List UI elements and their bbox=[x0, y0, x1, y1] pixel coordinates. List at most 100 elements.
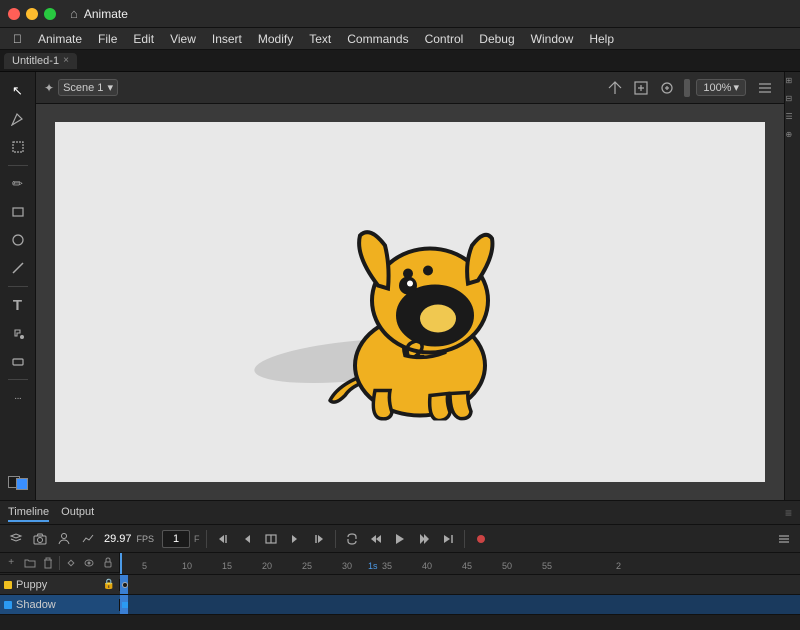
layer-controls: + bbox=[0, 553, 120, 573]
more-tools[interactable]: ··· bbox=[5, 385, 31, 411]
stage-nav-icon-3[interactable] bbox=[656, 77, 678, 99]
tool-separator-1 bbox=[8, 165, 28, 166]
zoom-up-btn[interactable] bbox=[684, 79, 690, 97]
home-icon[interactable]: ⌂ bbox=[70, 6, 78, 21]
pencil-tool[interactable]: ✏ bbox=[5, 171, 31, 197]
skip-end-btn[interactable] bbox=[438, 529, 458, 549]
menu-debug[interactable]: Debug bbox=[472, 30, 521, 48]
prev-frame-btn[interactable] bbox=[237, 529, 257, 549]
tool-separator-3 bbox=[8, 379, 28, 380]
selection-tool[interactable]: ↖ bbox=[5, 78, 31, 104]
record-btn[interactable] bbox=[471, 529, 491, 549]
layer-puppy-label[interactable]: Puppy bbox=[16, 579, 99, 591]
prev-keyframe-btn[interactable] bbox=[213, 529, 233, 549]
maximize-button[interactable] bbox=[44, 8, 56, 20]
layer-puppy-frames[interactable] bbox=[120, 575, 800, 594]
menu-insert[interactable]: Insert bbox=[205, 30, 249, 48]
timeline-ruler: 5 10 15 20 25 30 35 40 45 50 55 1s 2 bbox=[120, 553, 800, 574]
menu-animate[interactable]: Animate bbox=[31, 30, 89, 48]
close-button[interactable] bbox=[8, 8, 20, 20]
person-icon-btn[interactable] bbox=[54, 529, 74, 549]
layer-puppy: Puppy 🔒 bbox=[0, 575, 800, 595]
ruler-mark-10: 10 bbox=[182, 561, 192, 571]
layer-shadow-color bbox=[4, 601, 12, 609]
play-all-btn[interactable] bbox=[414, 529, 434, 549]
tab-timeline[interactable]: Timeline bbox=[8, 504, 49, 522]
menu-help[interactable]: Help bbox=[582, 30, 621, 48]
timeline-panel-menu[interactable]: ≡ bbox=[785, 506, 792, 520]
menu-text[interactable]: Text bbox=[302, 30, 338, 48]
stage-container: ✦ Scene 1 ▾ 100% ▾ bbox=[36, 72, 784, 500]
menu-control[interactable]: Control bbox=[418, 30, 471, 48]
layer-shadow-label[interactable]: Shadow bbox=[16, 599, 115, 611]
subselection-tool[interactable] bbox=[5, 106, 31, 132]
menu-modify[interactable]: Modify bbox=[251, 30, 300, 48]
delete-layer-btn[interactable] bbox=[41, 555, 55, 571]
lock-toggle-btn[interactable] bbox=[101, 555, 115, 571]
scene-selector: ✦ Scene 1 ▾ bbox=[44, 79, 118, 96]
ctrl-separator-2 bbox=[335, 530, 336, 548]
free-transform-tool[interactable] bbox=[5, 134, 31, 160]
playhead[interactable] bbox=[120, 553, 122, 574]
stage-nav-icon-1[interactable] bbox=[604, 77, 626, 99]
timeline-header: Timeline Output ≡ bbox=[0, 501, 800, 525]
menu-file[interactable]: File bbox=[91, 30, 124, 48]
oval-tool[interactable] bbox=[5, 227, 31, 253]
paint-bucket-tool[interactable] bbox=[5, 320, 31, 346]
right-panel-btn-2[interactable]: ⊟ bbox=[786, 94, 800, 108]
stroke-fill-colors[interactable] bbox=[8, 476, 28, 490]
scene-icon: ✦ bbox=[44, 81, 54, 95]
tab-output[interactable]: Output bbox=[61, 504, 94, 522]
right-panel-btn-3[interactable]: ☰ bbox=[786, 112, 800, 126]
document-tab[interactable]: Untitled-1 × bbox=[4, 53, 77, 69]
right-panel-btn-1[interactable]: ⊞ bbox=[786, 76, 800, 90]
tab-close-button[interactable]: × bbox=[63, 55, 69, 66]
frame-input[interactable] bbox=[162, 530, 190, 548]
zoom-value: 100% bbox=[703, 82, 731, 94]
options-btn[interactable] bbox=[774, 529, 794, 549]
rewind-btn[interactable] bbox=[366, 529, 386, 549]
rectangle-tool[interactable] bbox=[5, 199, 31, 225]
menu-window[interactable]: Window bbox=[524, 30, 581, 48]
camera-icon-btn[interactable] bbox=[30, 529, 50, 549]
layers-icon-btn[interactable] bbox=[6, 529, 26, 549]
ruler-mark-40: 40 bbox=[422, 561, 432, 571]
loop-btn[interactable] bbox=[342, 529, 362, 549]
canvas-area[interactable] bbox=[36, 104, 784, 500]
menu-apple[interactable]:  bbox=[6, 30, 29, 48]
layer-puppy-keyframe-dot bbox=[122, 582, 128, 588]
left-toolbar: ↖ ✏ T ··· bbox=[0, 72, 36, 500]
dog-character bbox=[300, 181, 520, 424]
line-tool[interactable] bbox=[5, 255, 31, 281]
right-panel-btn-4[interactable]: ⊕ bbox=[786, 130, 800, 144]
text-tool[interactable]: T bbox=[5, 292, 31, 318]
eraser-tool[interactable] bbox=[5, 348, 31, 374]
layer-puppy-lock[interactable]: 🔒 bbox=[103, 579, 115, 590]
next-frame-btn[interactable] bbox=[285, 529, 305, 549]
ruler-mark-50: 50 bbox=[502, 561, 512, 571]
tool-separator-2 bbox=[8, 286, 28, 287]
next-keyframe-btn[interactable] bbox=[309, 529, 329, 549]
minimize-button[interactable] bbox=[26, 8, 38, 20]
add-keyframe-btn[interactable] bbox=[64, 555, 78, 571]
stage-settings-icon[interactable] bbox=[754, 77, 776, 99]
scene-chevron-icon: ▾ bbox=[107, 81, 113, 94]
menu-commands[interactable]: Commands bbox=[340, 30, 415, 48]
stage-toolbar: ✦ Scene 1 ▾ 100% ▾ bbox=[36, 72, 784, 104]
fps-label: FPS bbox=[133, 534, 159, 544]
visibility-toggle-btn[interactable] bbox=[82, 555, 96, 571]
zoom-display[interactable]: 100% ▾ bbox=[696, 79, 746, 96]
frame-center-btn[interactable] bbox=[261, 529, 281, 549]
scene-dropdown[interactable]: Scene 1 ▾ bbox=[58, 79, 118, 96]
menu-view[interactable]: View bbox=[163, 30, 203, 48]
ruler-controls-row: + 5 10 15 bbox=[0, 553, 800, 575]
chart-icon-btn[interactable] bbox=[78, 529, 98, 549]
add-layer-btn[interactable]: + bbox=[4, 555, 18, 571]
layer-shadow-frames[interactable] bbox=[120, 595, 800, 614]
stage-nav-icon-2[interactable] bbox=[630, 77, 652, 99]
lc-separator bbox=[59, 556, 60, 570]
play-btn[interactable] bbox=[390, 529, 410, 549]
menu-edit[interactable]: Edit bbox=[126, 30, 161, 48]
zoom-chevron-icon: ▾ bbox=[733, 81, 739, 94]
add-folder-btn[interactable] bbox=[22, 555, 36, 571]
